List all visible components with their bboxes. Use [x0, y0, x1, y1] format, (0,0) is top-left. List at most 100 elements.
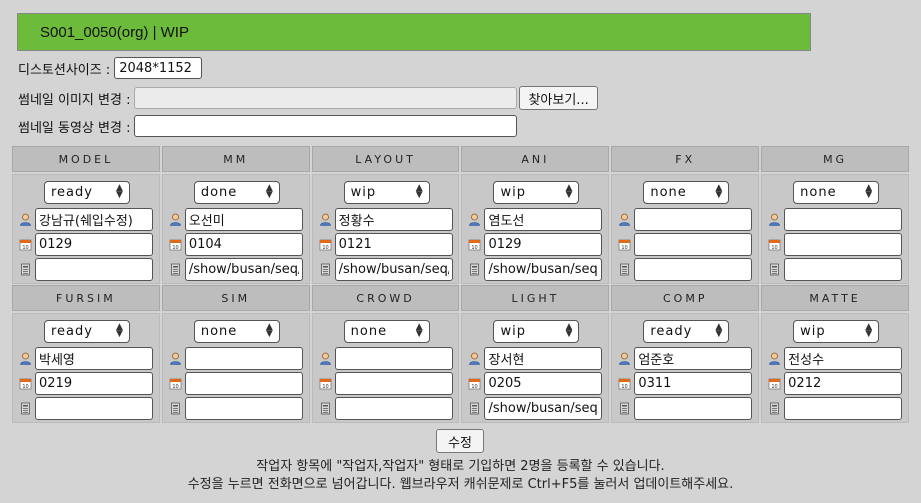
- svg-text:10: 10: [22, 245, 28, 251]
- select-arrows-icon: ▲ ▼: [265, 183, 274, 200]
- svg-text:10: 10: [172, 245, 178, 251]
- path-input[interactable]: [35, 397, 153, 420]
- path-row: [618, 258, 753, 281]
- calendar-icon: 10: [19, 377, 32, 390]
- path-input[interactable]: [484, 397, 603, 420]
- status-select[interactable]: none ▲ ▼: [343, 320, 430, 343]
- submit-button[interactable]: 수정: [436, 429, 484, 453]
- department-header: SIM: [161, 285, 310, 311]
- path-input[interactable]: [184, 397, 303, 420]
- date-input[interactable]: [784, 372, 903, 395]
- path-input[interactable]: [334, 397, 453, 420]
- department-body: none ▲ ▼ 10: [611, 174, 760, 284]
- status-select[interactable]: ready ▲ ▼: [643, 320, 730, 343]
- document-icon: [768, 263, 781, 276]
- status-select[interactable]: wip ▲ ▼: [493, 320, 580, 343]
- department-name: SIM: [221, 291, 251, 305]
- document-icon: [618, 402, 631, 415]
- footer-note-2: 수정을 누르면 전화면으로 넘어갑니다. 웹브라우저 캐쉬문제로 Ctrl+F5…: [187, 477, 734, 492]
- status-select[interactable]: wip ▲ ▼: [493, 181, 580, 204]
- thumbnail-video-input[interactable]: [134, 115, 518, 137]
- department-body: ready ▲▼ 10: [611, 313, 760, 423]
- path-input[interactable]: [784, 258, 903, 281]
- select-arrows-icon: ▲ ▼: [116, 322, 124, 339]
- date-row: 10: [618, 233, 753, 256]
- status-select[interactable]: done ▲ ▼: [193, 181, 280, 204]
- worker-input[interactable]: [634, 208, 753, 231]
- date-input[interactable]: [35, 372, 153, 395]
- worker-input[interactable]: [35, 208, 153, 231]
- date-input[interactable]: [184, 372, 303, 395]
- document-icon: [319, 263, 332, 276]
- worker-input[interactable]: [334, 208, 453, 231]
- status-value: wip: [500, 185, 526, 200]
- department-header: CROWD: [311, 285, 460, 311]
- date-row: 10: [319, 372, 453, 395]
- department-column: MM done ▲▼ 10: [161, 146, 310, 284]
- path-row: [19, 397, 153, 420]
- status-select[interactable]: none ▲ ▼: [193, 320, 280, 343]
- date-input[interactable]: [634, 372, 753, 395]
- date-input[interactable]: [184, 233, 303, 256]
- date-input[interactable]: [35, 233, 153, 256]
- path-input[interactable]: [334, 258, 453, 281]
- path-input[interactable]: [634, 397, 753, 420]
- department-column: FX none ▲ ▼ 10: [611, 146, 760, 284]
- worker-row: [169, 347, 303, 370]
- worker-row: [468, 347, 603, 370]
- select-arrows-icon: ▲ ▼: [265, 322, 274, 339]
- status-select[interactable]: none ▲ ▼: [793, 181, 880, 204]
- svg-text:10: 10: [22, 384, 28, 390]
- date-input[interactable]: [484, 372, 603, 395]
- status-select[interactable]: wip ▲ ▼: [793, 320, 880, 343]
- department-grid-bottom: FURSIMready▲▼10SIMnone▲▼10CROWDnone▲▼10L…: [12, 285, 909, 423]
- worker-input[interactable]: [35, 347, 153, 370]
- select-arrows-icon: ▲ ▼: [415, 322, 424, 339]
- worker-input[interactable]: [484, 347, 603, 370]
- path-input[interactable]: [35, 258, 153, 281]
- date-row: 10: [169, 372, 303, 395]
- department-header: FX: [611, 146, 760, 172]
- worker-row: [169, 208, 303, 231]
- worker-input[interactable]: [784, 208, 903, 231]
- path-row: [319, 258, 453, 281]
- thumbnail-image-file-input[interactable]: [134, 87, 518, 109]
- person-icon: [618, 213, 631, 226]
- worker-input[interactable]: [484, 208, 603, 231]
- path-row: [169, 397, 303, 420]
- path-input[interactable]: [184, 258, 303, 281]
- date-input[interactable]: [784, 233, 903, 256]
- date-input[interactable]: [334, 372, 453, 395]
- distortion-size-input[interactable]: [114, 57, 203, 79]
- path-row: [319, 397, 453, 420]
- status-select[interactable]: none ▲ ▼: [643, 181, 730, 204]
- status-select[interactable]: ready ▲ ▼: [44, 181, 130, 204]
- path-input[interactable]: [634, 258, 753, 281]
- worker-input[interactable]: [334, 347, 453, 370]
- worker-input[interactable]: [784, 347, 903, 370]
- status-select[interactable]: ready ▲ ▼: [44, 320, 130, 343]
- document-icon: [169, 263, 182, 276]
- calendar-icon: 10: [618, 377, 631, 390]
- path-input[interactable]: [484, 258, 603, 281]
- department-name: COMP: [663, 291, 708, 305]
- calendar-icon: 10: [319, 377, 332, 390]
- date-input[interactable]: [634, 233, 753, 256]
- department-header: LIGHT: [461, 285, 610, 311]
- status-select[interactable]: wip ▲ ▼: [343, 181, 430, 204]
- status-value: done: [200, 185, 238, 200]
- date-input[interactable]: [484, 233, 603, 256]
- person-icon: [319, 213, 332, 226]
- worker-input[interactable]: [184, 347, 303, 370]
- svg-text:10: 10: [322, 384, 328, 390]
- department-name: LAYOUT: [355, 152, 416, 166]
- worker-row: [768, 347, 903, 370]
- browse-button[interactable]: 찾아보기...: [519, 86, 598, 110]
- select-arrows-icon: ▲ ▼: [415, 183, 424, 200]
- calendar-icon: 10: [468, 377, 481, 390]
- worker-input[interactable]: [184, 208, 303, 231]
- path-input[interactable]: [784, 397, 903, 420]
- department-column: FURSIM ready ▲▼ 10: [12, 285, 160, 423]
- date-input[interactable]: [334, 233, 453, 256]
- worker-input[interactable]: [634, 347, 753, 370]
